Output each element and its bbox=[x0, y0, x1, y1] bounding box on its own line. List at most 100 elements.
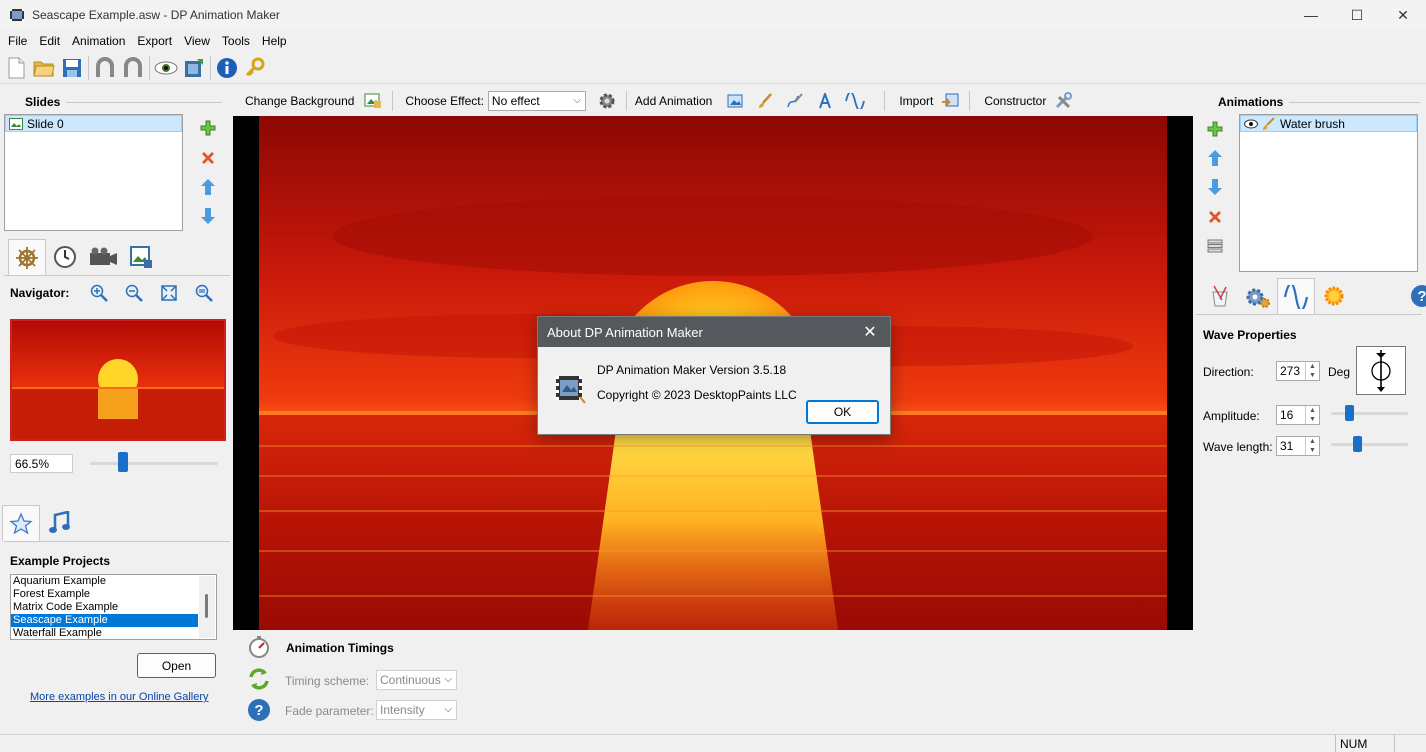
delete-slide-button[interactable] bbox=[198, 148, 218, 168]
maximize-button[interactable]: ☐ bbox=[1334, 0, 1380, 30]
slide-item[interactable]: Slide 0 bbox=[5, 115, 182, 132]
menu-export[interactable]: Export bbox=[131, 34, 178, 48]
online-gallery-link[interactable]: More examples in our Online Gallery bbox=[30, 691, 209, 703]
animations-list[interactable]: Water brush bbox=[1239, 114, 1418, 272]
examples-scrollbar[interactable] bbox=[199, 576, 215, 638]
save-icon[interactable] bbox=[58, 54, 86, 82]
wave-length-slider-track[interactable] bbox=[1331, 443, 1408, 446]
open-button[interactable]: Open bbox=[137, 653, 216, 678]
tab-timeline[interactable] bbox=[46, 239, 84, 275]
info-icon[interactable] bbox=[213, 54, 241, 82]
effect-settings-button[interactable] bbox=[596, 90, 618, 112]
add-path-animation-button[interactable] bbox=[784, 90, 806, 112]
zoom-in-icon[interactable] bbox=[90, 284, 108, 302]
preview-eye-icon[interactable] bbox=[152, 54, 180, 82]
menu-view[interactable]: View bbox=[178, 34, 216, 48]
zoom-slider-thumb[interactable] bbox=[118, 452, 128, 472]
add-brush-animation-button[interactable] bbox=[754, 90, 776, 112]
ok-button[interactable]: OK bbox=[806, 400, 879, 424]
animation-item[interactable]: Water brush bbox=[1240, 115, 1417, 132]
wave-length-slider-thumb[interactable] bbox=[1353, 436, 1362, 452]
refresh-icon[interactable] bbox=[247, 667, 271, 691]
slides-list[interactable]: Slide 0 bbox=[4, 114, 183, 231]
direction-spinbox[interactable]: 273 ▲ ▼ bbox=[1276, 361, 1320, 381]
gear-icon bbox=[599, 93, 615, 109]
zoom-out-icon[interactable] bbox=[125, 284, 143, 302]
menu-edit[interactable]: Edit bbox=[33, 34, 66, 48]
move-animation-down-button[interactable] bbox=[1205, 177, 1225, 197]
close-window-button[interactable]: ✕ bbox=[1380, 0, 1426, 30]
wave-length-spinbox[interactable]: 31 ▲ ▼ bbox=[1276, 436, 1320, 456]
timing-scheme-label: Timing scheme: bbox=[285, 674, 370, 688]
open-folder-icon[interactable] bbox=[30, 54, 58, 82]
visibility-eye-icon[interactable] bbox=[1244, 119, 1258, 129]
menu-file[interactable]: File bbox=[2, 34, 33, 48]
spin-arrows-icon[interactable]: ▲ ▼ bbox=[1305, 437, 1319, 455]
constructor-label[interactable]: Constructor bbox=[984, 94, 1046, 108]
fade-parameter-combo[interactable]: Intensity ⌵ bbox=[376, 700, 457, 720]
spin-arrows-icon[interactable]: ▲ ▼ bbox=[1305, 362, 1319, 380]
key-icon[interactable] bbox=[241, 54, 269, 82]
amplitude-slider-thumb[interactable] bbox=[1345, 405, 1354, 421]
tab-navigator[interactable] bbox=[8, 239, 46, 275]
path-brush-icon bbox=[787, 93, 804, 108]
tab-music[interactable] bbox=[40, 505, 78, 541]
menu-help[interactable]: Help bbox=[256, 34, 293, 48]
tab-wave[interactable] bbox=[1277, 278, 1315, 314]
tab-help[interactable]: ? bbox=[1403, 278, 1426, 314]
zoom-field[interactable]: 66.5% bbox=[10, 454, 73, 473]
move-slide-up-button[interactable] bbox=[198, 177, 218, 197]
effect-combo[interactable]: No effect ⌵ bbox=[487, 91, 586, 111]
tab-light[interactable] bbox=[1315, 278, 1353, 314]
constructor-button[interactable] bbox=[1052, 90, 1074, 112]
new-file-icon[interactable] bbox=[2, 54, 30, 82]
tab-camera[interactable] bbox=[84, 239, 122, 275]
move-animation-up-button[interactable] bbox=[1205, 148, 1225, 168]
direction-value: 273 bbox=[1280, 364, 1301, 378]
change-background-label[interactable]: Change Background bbox=[245, 94, 354, 108]
layers-button[interactable] bbox=[1205, 236, 1225, 256]
change-background-button[interactable] bbox=[362, 90, 384, 112]
picture-icon bbox=[727, 94, 743, 108]
import-label[interactable]: Import bbox=[899, 94, 933, 108]
example-item[interactable]: Forest Example bbox=[11, 588, 198, 601]
undo-icon[interactable] bbox=[91, 54, 119, 82]
wave-length-value: 31 bbox=[1280, 439, 1294, 453]
tab-image[interactable] bbox=[122, 239, 160, 275]
redo-icon[interactable] bbox=[119, 54, 147, 82]
zoom-slider-track[interactable] bbox=[90, 462, 218, 465]
delete-animation-button[interactable] bbox=[1205, 207, 1225, 227]
examples-list[interactable]: Aquarium Example Forest Example Matrix C… bbox=[10, 574, 217, 640]
menu-tools[interactable]: Tools bbox=[216, 34, 256, 48]
add-slide-button[interactable] bbox=[198, 118, 218, 138]
amplitude-spinbox[interactable]: 16 ▲ ▼ bbox=[1276, 405, 1320, 425]
menu-animation[interactable]: Animation bbox=[66, 34, 131, 48]
add-wave-animation-button[interactable] bbox=[844, 90, 866, 112]
example-item[interactable]: Matrix Code Example bbox=[11, 601, 198, 614]
tab-settings[interactable] bbox=[1239, 278, 1277, 314]
navigator-preview[interactable] bbox=[10, 319, 226, 441]
amplitude-slider-track[interactable] bbox=[1331, 412, 1408, 415]
add-animation-button[interactable] bbox=[1205, 119, 1225, 139]
example-item[interactable]: Aquarium Example bbox=[11, 575, 198, 588]
tab-paint[interactable] bbox=[1201, 278, 1239, 314]
fit-icon[interactable] bbox=[160, 284, 178, 302]
timing-scheme-combo[interactable]: Continuous ⌵ bbox=[376, 670, 457, 690]
minimize-button[interactable]: — bbox=[1288, 0, 1334, 30]
slide-item-label: Slide 0 bbox=[27, 116, 64, 131]
export-film-icon[interactable] bbox=[180, 54, 208, 82]
spin-arrows-icon[interactable]: ▲ ▼ bbox=[1305, 406, 1319, 424]
add-text-animation-button[interactable] bbox=[814, 90, 836, 112]
dialog-close-button[interactable]: ✕ bbox=[860, 322, 880, 342]
import-button[interactable] bbox=[939, 90, 961, 112]
tab-examples[interactable] bbox=[2, 505, 40, 541]
chevron-down-icon: ⌵ bbox=[444, 704, 452, 715]
add-image-animation-button[interactable] bbox=[724, 90, 746, 112]
example-item[interactable]: Waterfall Example bbox=[11, 627, 198, 639]
direction-dial[interactable] bbox=[1356, 346, 1406, 395]
slide-image-icon bbox=[9, 117, 23, 130]
move-slide-down-button[interactable] bbox=[198, 206, 218, 226]
zoom-reset-icon[interactable] bbox=[195, 284, 213, 302]
example-item-selected[interactable]: Seascape Example bbox=[11, 614, 198, 627]
help-icon[interactable]: ? bbox=[247, 698, 271, 722]
